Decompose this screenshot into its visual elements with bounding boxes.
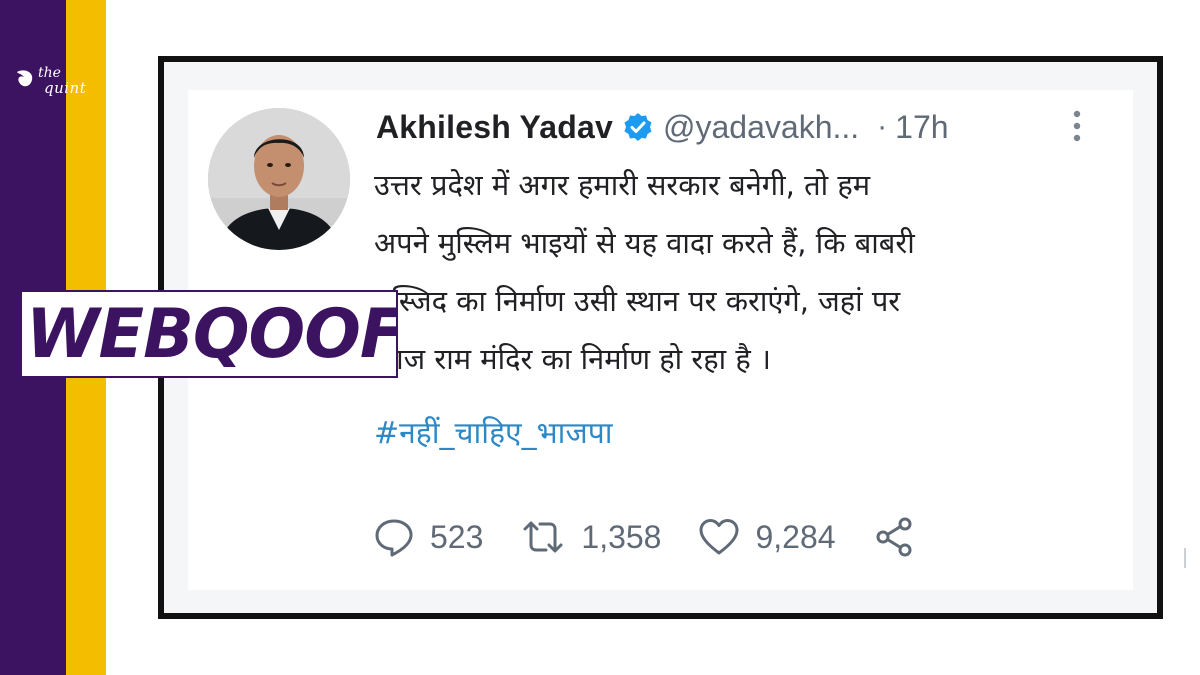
retweet-button[interactable]: 1,358 <box>519 515 661 559</box>
webqoof-banner: WEBQOOF <box>20 290 398 378</box>
share-icon <box>876 517 912 557</box>
reply-button[interactable]: 523 <box>372 515 483 559</box>
author-name[interactable]: Akhilesh Yadav <box>376 109 613 146</box>
tweet-actions-bar: 523 1,358 9,284 <box>372 512 952 562</box>
reply-count: 523 <box>430 518 484 555</box>
corner-dash <box>1180 548 1190 568</box>
tweet-header: Akhilesh Yadav @yadavakh... · 17h <box>376 104 949 150</box>
retweet-icon <box>523 521 563 553</box>
profile-photo <box>208 108 350 250</box>
brand-line-quint: quint <box>44 79 87 97</box>
the-quint-logo: the quint <box>14 66 94 102</box>
quote-mark-icon <box>17 70 33 87</box>
author-handle[interactable]: @yadavakh... <box>663 109 859 146</box>
like-button[interactable]: 9,284 <box>697 515 836 559</box>
like-count: 9,284 <box>755 518 836 555</box>
avatar[interactable] <box>208 108 350 250</box>
tweet-text: उत्तर प्रदेश में अगर हमारी सरकार बनेगी, … <box>374 156 1094 388</box>
webqoof-label: WEBQOOF <box>26 295 398 374</box>
tweet-text-line: अपने मुस्लिम भाइयों से यह वादा करते हैं,… <box>374 226 915 260</box>
tweet-timestamp[interactable]: 17h <box>895 109 948 146</box>
heart-icon <box>699 519 739 555</box>
tweet-text-line: आज राम मंदिर का निर्माण हो रहा है । <box>374 342 772 376</box>
share-button[interactable] <box>872 515 916 559</box>
tweet-text-line: मस्जिद का निर्माण उसी स्थान पर कराएंगे, … <box>374 284 901 318</box>
reply-icon <box>375 519 413 557</box>
brand-line-the: the <box>38 65 61 81</box>
header-separator: · <box>877 110 888 143</box>
tweet-text-line: उत्तर प्रदेश में अगर हमारी सरकार बनेगी, … <box>374 168 871 202</box>
hashtag-link[interactable]: #नहीं_चाहिए_भाजपा <box>374 414 613 454</box>
verified-badge-icon <box>623 112 653 142</box>
more-vertical-icon[interactable] <box>1070 108 1084 144</box>
retweet-count: 1,358 <box>581 518 662 555</box>
